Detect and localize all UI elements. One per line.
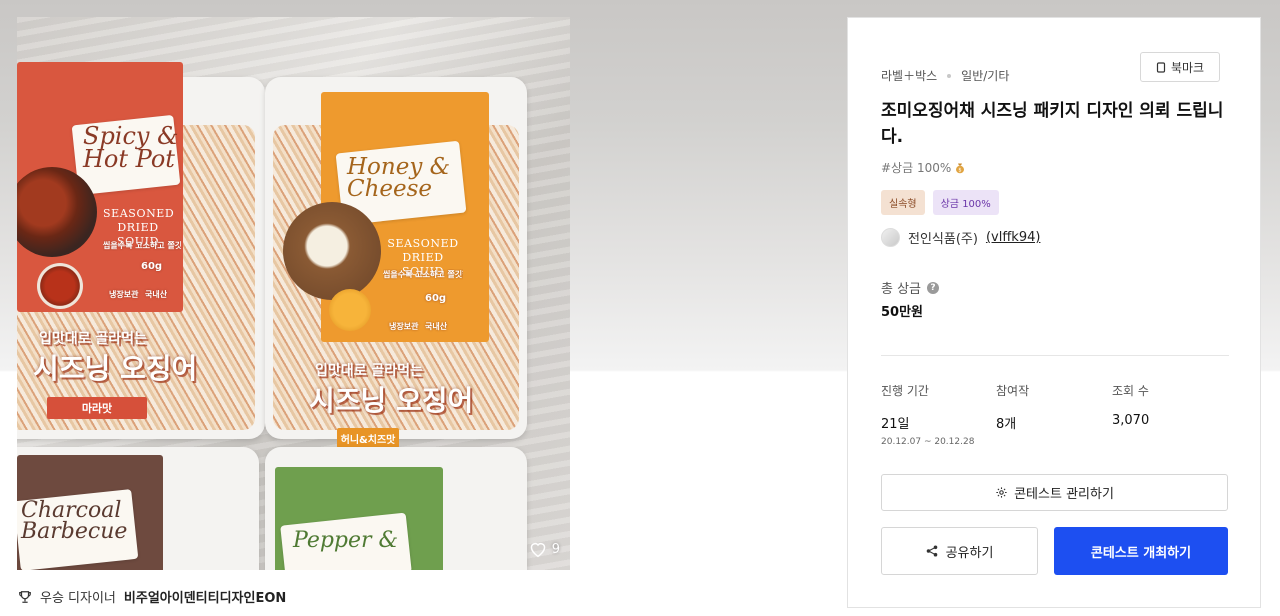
script-title-pepper: Pepper &	[293, 528, 399, 553]
contest-info-card: 라벨＋박스 일반/기타 북마크 조미오징어채 시즈닝 패키지 디자인 의뢰 드립…	[847, 17, 1261, 608]
bookmark-button[interactable]: 북마크	[1140, 52, 1220, 82]
stat-period: 진행 기간 21일 20.12.07 ~ 20.12.28	[881, 382, 974, 447]
views-label: 조회 수	[1112, 384, 1149, 398]
plan-badge: 실속형	[881, 190, 925, 215]
honey-jar-image	[329, 289, 371, 331]
headline-honey: 시즈닝 오징어	[309, 384, 474, 417]
entries-value: 8개	[996, 417, 1017, 432]
svg-text:$: $	[959, 167, 962, 173]
host-label: 콘테스트 개최하기	[1090, 545, 1192, 561]
period-value: 21일	[881, 417, 910, 432]
headline-spicy: 시즈닝 오징어	[33, 352, 198, 385]
company-handle-link[interactable]: (vlffk94)	[986, 230, 1040, 245]
divider	[881, 355, 1229, 356]
like-counter[interactable]: 9	[528, 540, 560, 558]
gear-icon	[996, 487, 1007, 498]
winner-designer: 우승 디자이너 비주얼아이덴티티디자인EON	[18, 587, 286, 606]
weight-spicy: 60g	[141, 261, 163, 272]
manage-label: 콘테스트 관리하기	[1014, 487, 1114, 502]
stat-views: 조회 수 3,070	[1112, 382, 1149, 428]
flavor-tag-honey: 허니&치즈맛	[337, 428, 399, 448]
host-company: 전인식품(주) (vlffk94)	[881, 228, 1040, 247]
total-prize-label: 총 상금 ?	[881, 278, 940, 297]
chili-bowl-image	[37, 263, 83, 309]
prize-hashtag[interactable]: #상금 100% $	[881, 159, 966, 176]
share-label: 공유하기	[945, 545, 994, 561]
separator-dot	[947, 73, 952, 78]
entries-label: 참여작	[996, 384, 1030, 398]
heart-icon	[530, 542, 546, 558]
category-breadcrumb: 라벨＋박스 일반/기타	[881, 67, 1009, 84]
script-title-honey: Honey & Cheese	[347, 154, 451, 202]
bookmark-icon	[1156, 61, 1166, 73]
storage-spicy: 냉장보관	[109, 290, 139, 299]
prize-label-text: 총 상금	[881, 282, 922, 297]
winner-label: 우승 디자이너	[40, 591, 116, 606]
headline-small-honey: 입맛대로 골라먹는	[315, 363, 423, 379]
script-title-spicy: Spicy & Hot Pot	[83, 122, 179, 173]
subcategory-label[interactable]: 일반/기타	[961, 67, 1009, 84]
badge-group: 실속형 상금 100%	[881, 190, 999, 215]
bookmark-label: 북마크	[1170, 60, 1205, 75]
tagline-honey: 씹을수록 고소하고 쫄깃한 식감	[383, 270, 463, 279]
company-name: 전인식품(주)	[908, 232, 978, 247]
winner-name[interactable]: 비주얼아이덴티티디자인EON	[124, 587, 286, 606]
contest-hero-image[interactable]: Spicy & Hot Pot SEASONED DRIED SQUID 씹을수…	[17, 17, 570, 570]
trophy-icon	[19, 590, 31, 603]
manage-contest-button[interactable]: 콘테스트 관리하기	[881, 474, 1228, 511]
share-button[interactable]: 공유하기	[881, 527, 1038, 575]
host-contest-button[interactable]: 콘테스트 개최하기	[1054, 527, 1228, 575]
contest-title: 조미오징어채 시즈닝 패키지 디자인 의뢰 드립니다.	[881, 101, 1224, 147]
script-title-bbq: Charcoal Barbecue	[21, 498, 128, 544]
stat-entries: 참여작 8개	[996, 382, 1029, 432]
headline-small-spicy: 입맛대로 골라먹는	[39, 331, 147, 347]
storage-honey: 냉장보관	[389, 322, 419, 331]
period-label: 진행 기간	[881, 384, 929, 398]
cheese-board-image	[283, 202, 381, 300]
total-prize-value: 50만원	[881, 305, 924, 320]
like-count: 9	[551, 541, 560, 557]
hashtag-text: #상금 100%	[881, 161, 952, 175]
period-dates: 20.12.07 ~ 20.12.28	[881, 437, 975, 447]
category-label[interactable]: 라벨＋박스	[881, 67, 937, 84]
tagline-spicy: 씹을수록 고소하고 쫄깃한 식감	[103, 241, 181, 250]
weight-honey: 60g	[425, 293, 447, 304]
origin-spicy: 국내산	[145, 290, 168, 299]
company-avatar	[881, 228, 900, 247]
origin-honey: 국내산	[425, 322, 448, 331]
flavor-tag-spicy: 마라맛	[47, 397, 147, 419]
money-bag-icon: $	[956, 163, 965, 173]
prize-badge: 상금 100%	[932, 190, 999, 215]
share-icon	[926, 545, 937, 557]
help-icon[interactable]: ?	[927, 281, 940, 294]
views-value: 3,070	[1112, 413, 1150, 428]
